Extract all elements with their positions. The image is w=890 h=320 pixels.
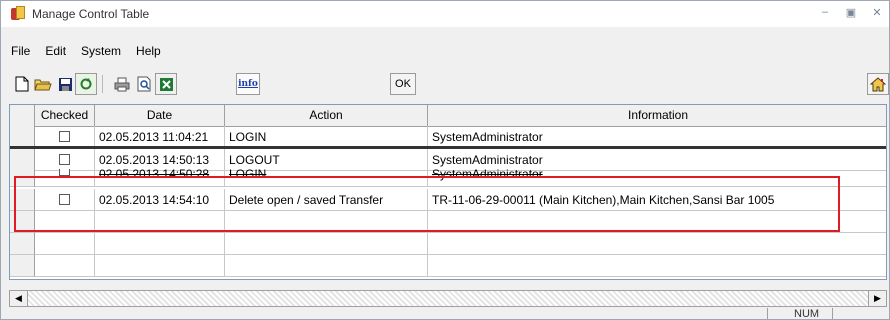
empty-cell xyxy=(95,233,225,255)
empty-cell xyxy=(35,211,95,233)
control-table-grid: Checked Date Action Information 02.05.20… xyxy=(9,104,887,280)
row-selector xyxy=(10,211,35,233)
date-cell: 02.05.2013 14:54:10 xyxy=(95,189,225,211)
menu-help[interactable]: Help xyxy=(128,44,168,62)
empty-cell xyxy=(225,233,428,255)
row-selector[interactable] xyxy=(10,189,35,211)
table-row[interactable]: 02.05.2013 14:54:10 Delete open / saved … xyxy=(10,189,886,211)
toolbar: info OK xyxy=(1,73,889,99)
column-header-date[interactable]: Date xyxy=(95,105,225,126)
minimize-icon[interactable]: – xyxy=(819,6,831,19)
checked-cell xyxy=(35,189,95,211)
new-document-icon[interactable] xyxy=(11,73,33,95)
empty-cell xyxy=(428,255,886,277)
grid-header: Checked Date Action Information xyxy=(10,105,886,127)
window-title: Manage Control Table xyxy=(32,7,150,21)
info-button[interactable]: info xyxy=(236,73,260,95)
row-selector-header xyxy=(10,105,35,126)
ok-button[interactable]: OK xyxy=(390,73,416,95)
action-cell: LOGIN xyxy=(225,126,428,148)
action-cell: LOGOUT xyxy=(225,149,428,171)
menu-edit[interactable]: Edit xyxy=(37,44,73,62)
action-cell: Delete open / saved Transfer xyxy=(225,189,428,211)
empty-row xyxy=(10,211,886,233)
horizontal-scrollbar[interactable]: ◀ ▶ xyxy=(9,290,887,307)
empty-cell xyxy=(428,211,886,233)
home-icon[interactable] xyxy=(867,73,889,95)
row-selector[interactable] xyxy=(10,149,35,171)
row-selector[interactable] xyxy=(10,169,35,187)
checkbox[interactable] xyxy=(59,154,70,165)
column-header-action[interactable]: Action xyxy=(225,105,428,126)
date-cell: 02.05.2013 11:04:21 xyxy=(95,126,225,148)
empty-row xyxy=(10,255,886,277)
empty-cell xyxy=(35,233,95,255)
empty-cell xyxy=(35,255,95,277)
empty-cell xyxy=(95,211,225,233)
empty-cell xyxy=(95,255,225,277)
refresh-icon[interactable] xyxy=(75,73,97,95)
column-header-information[interactable]: Information xyxy=(428,105,886,126)
empty-cell xyxy=(225,255,428,277)
excel-export-icon[interactable] xyxy=(155,73,177,95)
row-selector xyxy=(10,233,35,255)
scroll-right-icon[interactable]: ▶ xyxy=(868,291,886,306)
table-row[interactable]: 02.05.2013 14:50:13 LOGOUT SystemAdminis… xyxy=(10,149,886,171)
date-cell: 02.05.2013 14:50:13 xyxy=(95,149,225,171)
action-cell: LOGIN xyxy=(225,169,428,187)
checked-cell xyxy=(35,126,95,148)
status-bar: NUM xyxy=(1,308,889,320)
checked-cell xyxy=(35,169,95,187)
menu-system[interactable]: System xyxy=(73,44,128,62)
date-cell: 02.05.2013 14:50:28 xyxy=(95,169,225,187)
checkbox[interactable] xyxy=(59,131,70,142)
checkbox[interactable] xyxy=(59,194,70,205)
close-icon[interactable]: ✕ xyxy=(871,6,883,19)
empty-cell xyxy=(225,211,428,233)
table-row[interactable]: 02.05.2013 11:04:21 LOGIN SystemAdminist… xyxy=(10,126,886,148)
information-cell: SystemAdministrator xyxy=(428,169,886,187)
checkbox[interactable] xyxy=(59,169,70,176)
open-folder-icon[interactable] xyxy=(32,73,54,95)
scroll-left-icon[interactable]: ◀ xyxy=(10,291,28,306)
print-preview-icon[interactable] xyxy=(133,73,155,95)
information-cell: SystemAdministrator xyxy=(428,126,886,148)
manage-control-table-window: Manage Control Table – ▣ ✕ File Edit Sys… xyxy=(0,0,890,320)
menu-file[interactable]: File xyxy=(1,44,37,62)
row-selector xyxy=(10,255,35,277)
num-lock-indicator: NUM xyxy=(794,308,820,320)
information-cell: TR-11-06-29-00011 (Main Kitchen),Main Ki… xyxy=(428,189,886,211)
empty-cell xyxy=(428,233,886,255)
print-icon[interactable] xyxy=(111,73,133,95)
table-row[interactable]: 02.05.2013 14:50:28 LOGIN SystemAdminist… xyxy=(10,169,886,187)
column-header-checked[interactable]: Checked xyxy=(35,105,95,126)
menu-bar: File Edit System Help xyxy=(1,44,168,62)
information-cell: SystemAdministrator xyxy=(428,149,886,171)
row-selector[interactable] xyxy=(10,126,35,148)
app-icon xyxy=(10,6,26,22)
title-bar: Manage Control Table – ▣ ✕ xyxy=(1,1,889,27)
maximize-icon[interactable]: ▣ xyxy=(845,6,857,19)
empty-row xyxy=(10,233,886,255)
save-icon[interactable] xyxy=(54,73,76,95)
checked-cell xyxy=(35,149,95,171)
